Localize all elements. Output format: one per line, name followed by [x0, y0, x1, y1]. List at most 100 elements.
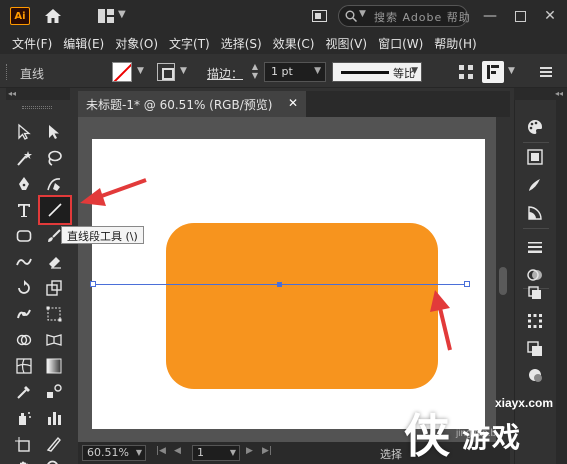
rounded-rectangle-icon [16, 230, 32, 242]
zoom-level-field[interactable]: 60.51% ▼ [82, 445, 146, 461]
workspace-layout-icon[interactable] [98, 9, 114, 23]
eraser-tool[interactable] [42, 250, 66, 274]
stroke-swatch[interactable] [157, 63, 175, 81]
artboard-tool[interactable] [12, 432, 36, 456]
curvature-pen-icon [47, 178, 61, 191]
home-icon[interactable] [44, 7, 62, 25]
blend-tool[interactable] [42, 380, 66, 404]
previous-artboard-button[interactable]: ◀ [174, 446, 181, 456]
stroke-weight-stepper[interactable]: ▲ ▼ [248, 62, 262, 82]
lasso-tool[interactable] [42, 146, 66, 170]
pathfinder-icon[interactable] [526, 340, 544, 358]
menu-file[interactable]: 文件(F) [8, 32, 56, 54]
panel-menu-icon[interactable] [538, 64, 554, 80]
orange-rounded-rectangle[interactable] [166, 223, 438, 389]
stroke-weight-field[interactable]: 1 pt ▼ [264, 62, 326, 82]
pen-tool[interactable] [12, 172, 36, 196]
toolbar-collapse-strip[interactable]: ◂◂ [6, 88, 70, 100]
stroke-label[interactable]: 描边： [207, 65, 243, 82]
panel-separator [523, 142, 549, 143]
eyedropper-tool[interactable] [12, 380, 36, 404]
symbols-icon[interactable] [526, 366, 544, 384]
line-anchor-end[interactable] [464, 281, 470, 287]
menu-window[interactable]: 窗口(W) [374, 32, 427, 54]
appearance-icon[interactable] [526, 284, 544, 302]
app-logo: Ai [10, 7, 30, 25]
stroke-weight-value: 1 pt [271, 65, 293, 78]
eyedropper-icon [17, 386, 30, 399]
panel-grip[interactable] [6, 64, 9, 80]
free-transform-tool[interactable] [42, 302, 66, 326]
artboard-number-field[interactable]: 1 ▼ [192, 445, 240, 461]
panel-grip[interactable] [22, 106, 52, 109]
last-artboard-button[interactable]: ▶| [262, 446, 272, 456]
menu-type[interactable]: 文字(T) [165, 32, 214, 54]
color-guide-icon[interactable] [526, 148, 544, 166]
variable-width-profile[interactable]: 等比 ▼ [332, 62, 422, 82]
align-panel-icon[interactable] [526, 312, 544, 330]
title-bar: Ai ▼ ▼ 搜索 Adobe 帮助 — ✕ [0, 0, 567, 32]
panel-separator [523, 228, 549, 229]
align-grid-icon[interactable] [458, 64, 474, 80]
selection-tool[interactable] [12, 120, 36, 144]
menu-select[interactable]: 选择(S) [217, 32, 266, 54]
menu-edit[interactable]: 编辑(E) [59, 32, 108, 54]
scrollbar-thumb[interactable] [499, 267, 507, 295]
slice-tool[interactable] [42, 432, 66, 456]
rectangle-tool[interactable] [12, 224, 36, 248]
menu-help[interactable]: 帮助(H) [430, 32, 480, 54]
shape-builder-tool[interactable] [12, 328, 36, 352]
close-tab-icon[interactable]: ✕ [288, 96, 298, 110]
fill-none-swatch[interactable] [112, 62, 132, 82]
stroke-panel-icon[interactable] [526, 238, 544, 256]
maximize-button[interactable] [510, 6, 530, 26]
transform-toggle-button[interactable] [482, 61, 504, 83]
next-artboard-button[interactable]: ▶ [246, 446, 253, 456]
warp-tool[interactable] [12, 302, 36, 326]
line-center-point [277, 282, 282, 287]
line-anchor-start[interactable] [90, 281, 96, 287]
column-graph-icon [48, 412, 61, 425]
arrange-documents-icon[interactable] [312, 10, 327, 22]
first-artboard-button[interactable]: |◀ [156, 446, 166, 456]
transparency-icon[interactable] [526, 266, 544, 284]
menu-effect[interactable]: 效果(C) [269, 32, 319, 54]
chevron-down-icon[interactable]: ▼ [118, 9, 126, 20]
gradient-tool[interactable] [42, 354, 66, 378]
zoom-tool[interactable] [42, 456, 66, 464]
color-palette-icon[interactable] [526, 118, 544, 136]
blend-icon [47, 384, 62, 398]
symbol-sprayer-tool[interactable] [12, 406, 36, 430]
zoom-magnifier-icon [47, 460, 58, 464]
close-window-button[interactable]: ✕ [540, 6, 560, 26]
shaper-tool[interactable] [12, 250, 36, 274]
direct-selection-tool[interactable] [42, 120, 66, 144]
chevron-down-icon[interactable]: ▼ [508, 66, 515, 76]
minimize-button[interactable]: — [480, 6, 500, 26]
control-bar: 直线 ▼ ▼ 描边： ▲ ▼ 1 pt ▼ 等比 ▼ ▼ [0, 56, 567, 88]
menu-bar: 文件(F) 编辑(E) 对象(O) 文字(T) 选择(S) 效果(C) 视图(V… [0, 32, 567, 54]
rotate-tool[interactable] [12, 276, 36, 300]
chevron-down-icon[interactable]: ▼ [180, 66, 187, 76]
watermark-word: 游戏 [462, 421, 523, 454]
type-icon [18, 204, 30, 217]
document-tab[interactable]: 未标题-1* @ 60.51% (RGB/预览) ✕ [78, 91, 306, 117]
search-input[interactable]: ▼ 搜索 Adobe 帮助 [338, 5, 470, 27]
rotate-icon [18, 280, 30, 294]
mesh-tool[interactable] [12, 354, 36, 378]
gradient-panel-icon[interactable] [526, 204, 544, 222]
brushes-icon[interactable] [526, 176, 544, 194]
warp-icon [17, 309, 31, 319]
column-graph-tool[interactable] [42, 406, 66, 430]
hand-tool[interactable] [12, 456, 36, 464]
menu-view[interactable]: 视图(V) [321, 32, 371, 54]
magic-wand-tool[interactable] [12, 146, 36, 170]
menu-object[interactable]: 对象(O) [111, 32, 162, 54]
perspective-grid-tool[interactable] [42, 328, 66, 352]
scale-tool[interactable] [42, 276, 66, 300]
panel-expand-strip[interactable]: ◂◂ [514, 88, 567, 100]
curvature-tool[interactable] [42, 172, 66, 196]
chevron-down-icon[interactable]: ▼ [137, 66, 144, 76]
type-tool[interactable] [12, 198, 36, 222]
line-segment-tool[interactable] [38, 195, 72, 225]
